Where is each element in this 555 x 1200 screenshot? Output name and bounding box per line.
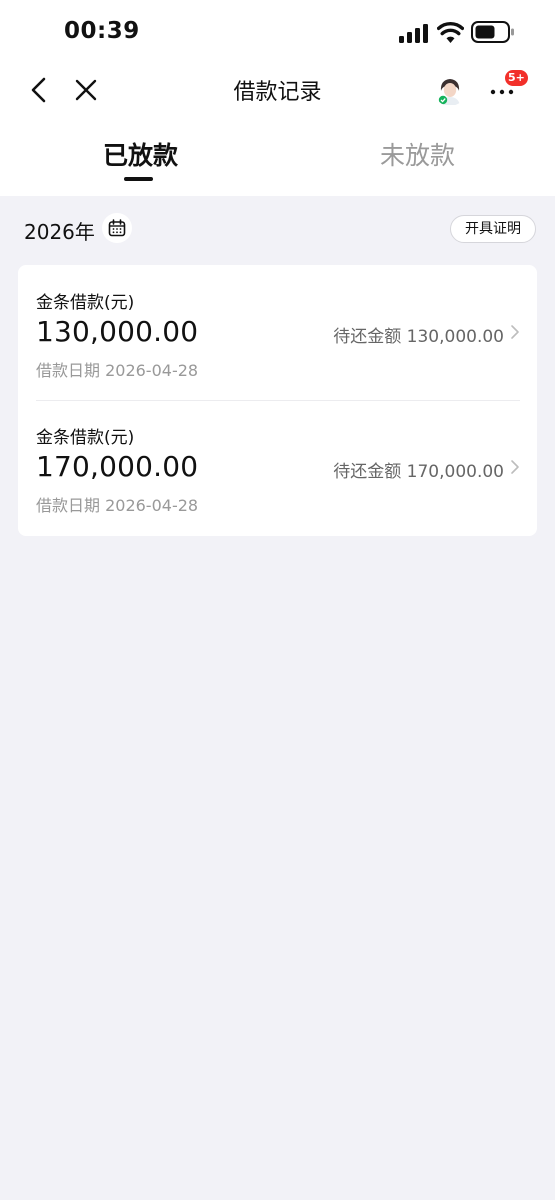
calendar-icon — [108, 219, 126, 237]
tab-disbursed[interactable]: 已放款 — [103, 136, 178, 172]
status-bar: 00:39 — [0, 0, 555, 66]
header-area: 00:39 借款记录 5+ 已放款 未放款 — [0, 0, 555, 196]
tab-bar: 已放款 未放款 — [0, 130, 555, 190]
wifi-icon — [437, 22, 464, 43]
loan-amount: 170,000.00 — [36, 450, 199, 483]
year-label[interactable]: 2026年 — [24, 216, 95, 245]
loan-amount: 130,000.00 — [36, 315, 199, 348]
nav-bar: 借款记录 5+ — [0, 66, 555, 114]
loan-list-item[interactable]: 金条借款(元) 170,000.00 借款日期 2026-04-28 待还金额 … — [18, 400, 537, 535]
loan-list-item[interactable]: 金条借款(元) 130,000.00 借款日期 2026-04-28 待还金额 … — [18, 265, 537, 400]
pending-repayment-amount: 待还金额 170,000.00 — [333, 462, 504, 482]
loan-list-card: 金条借款(元) 130,000.00 借款日期 2026-04-28 待还金额 … — [18, 265, 537, 536]
page-title: 借款记录 — [233, 80, 322, 105]
year-filter-row: 2026年 开具证明 — [0, 210, 555, 250]
calendar-button[interactable] — [102, 213, 132, 243]
chevron-right-icon — [511, 325, 519, 339]
signal-icon — [399, 24, 428, 43]
tab-active-indicator — [124, 177, 153, 181]
issue-certificate-button[interactable]: 开具证明 — [450, 215, 536, 243]
loan-date: 借款日期 2026-04-28 — [36, 496, 199, 515]
pending-repayment-amount: 待还金额 130,000.00 — [333, 327, 504, 347]
tab-not-disbursed[interactable]: 未放款 — [380, 136, 455, 172]
chevron-right-icon — [511, 460, 519, 474]
loan-type-label: 金条借款(元) — [36, 428, 135, 448]
notification-badge: 5+ — [504, 69, 529, 87]
status-time: 00:39 — [64, 18, 140, 44]
loan-date: 借款日期 2026-04-28 — [36, 361, 199, 380]
loan-type-label: 金条借款(元) — [36, 293, 135, 313]
battery-icon — [471, 21, 514, 43]
avatar[interactable] — [434, 74, 466, 106]
